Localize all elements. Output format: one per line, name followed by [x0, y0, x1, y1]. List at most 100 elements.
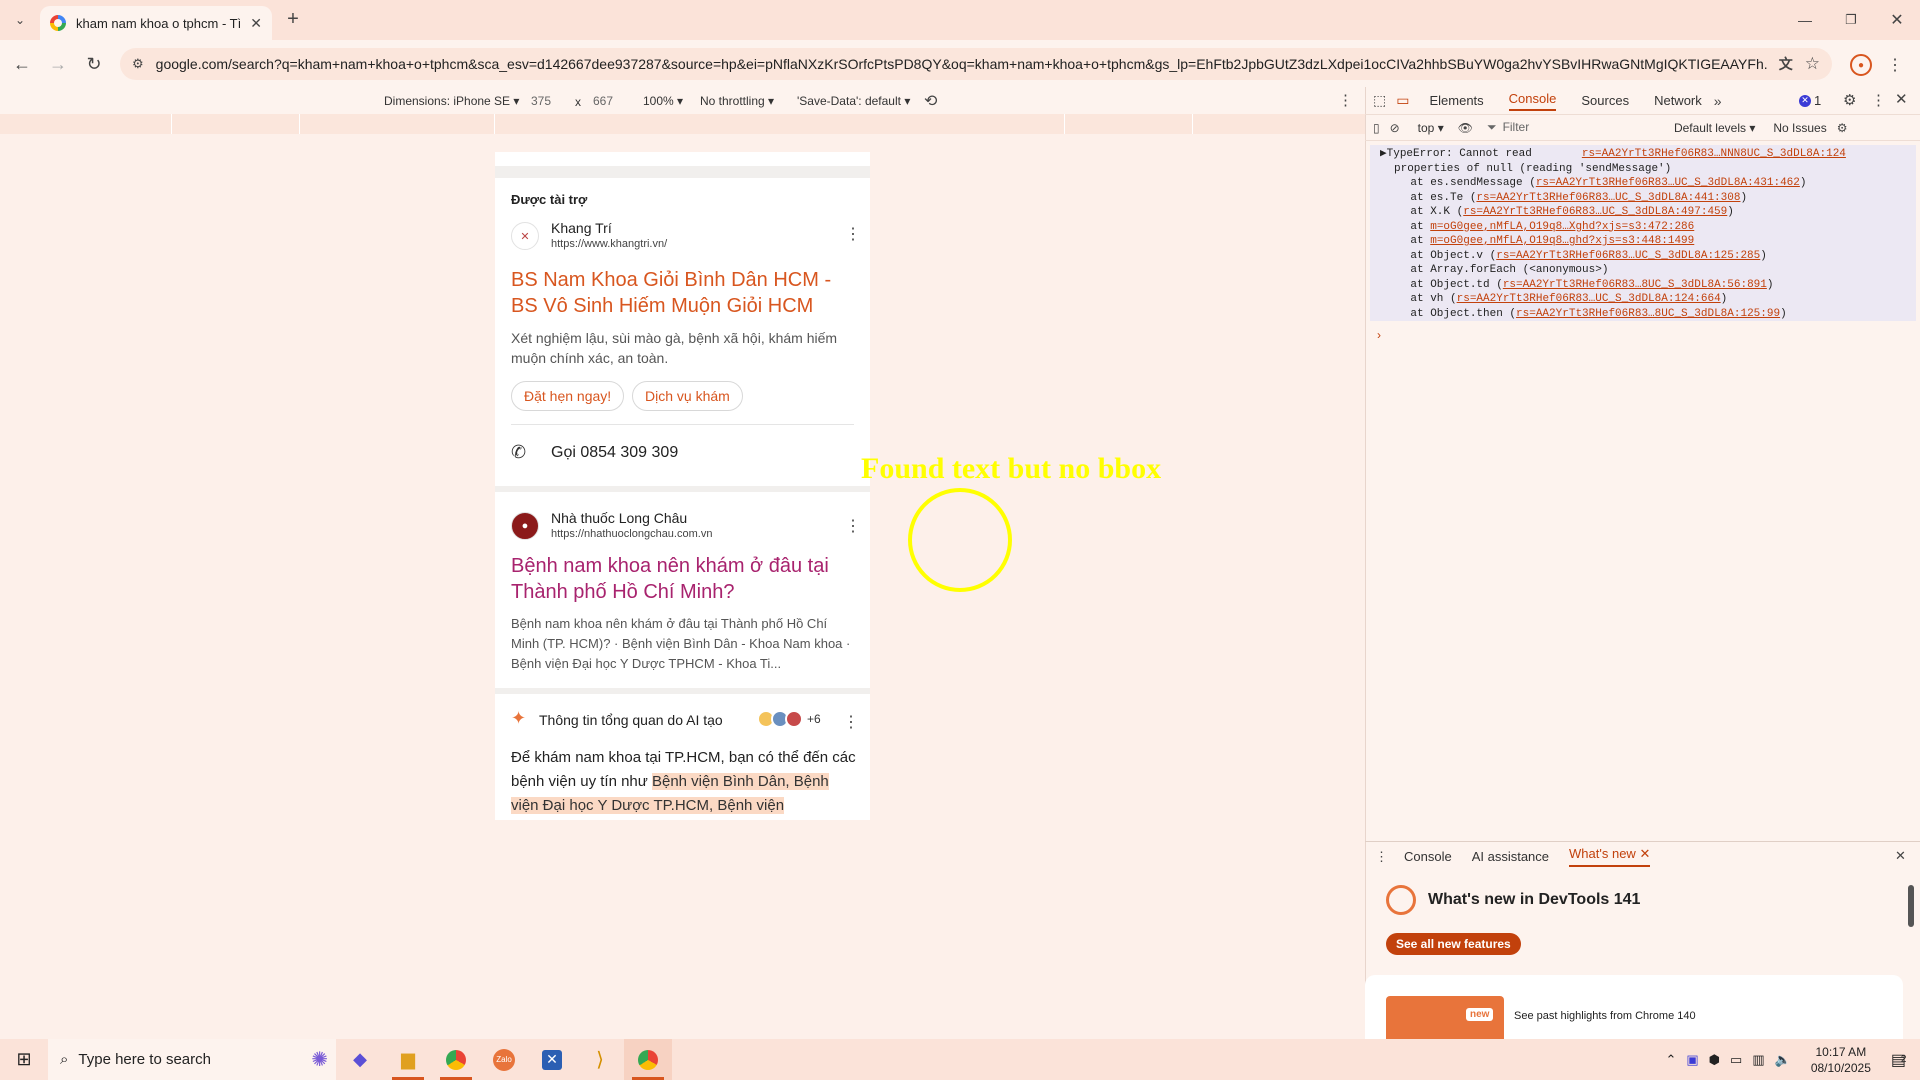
sidebar-toggle-icon[interactable]: ▯ — [1373, 121, 1380, 135]
console-settings-icon[interactable]: ⚙ — [1837, 121, 1848, 135]
close-tab-icon[interactable]: ✕ — [250, 15, 262, 32]
media-query-segment[interactable] — [300, 114, 495, 134]
result-more-icon[interactable]: ⋮ — [845, 516, 861, 536]
bookmark-star-icon[interactable]: ☆ — [1805, 54, 1820, 74]
drawer-scrollbar[interactable] — [1908, 885, 1914, 927]
site-info-icon[interactable]: ⚙ — [132, 56, 144, 72]
defender-icon[interactable]: ▣ — [1686, 1052, 1698, 1068]
call-link[interactable]: Gọi 0854 309 309 — [551, 444, 678, 462]
context-select[interactable]: top ▾ — [1418, 121, 1444, 135]
source-link[interactable]: rs=AA2YrTt3RHef06R83…NNN8UC_S_3dDL8A:124 — [1582, 148, 1846, 160]
close-tab-icon[interactable]: ✕ — [1639, 846, 1650, 861]
source-link[interactable]: rs=AA2YrTt3RHef06R83…8UC_S_3dDL8A:56:891 — [1503, 279, 1767, 291]
close-devtools-icon[interactable]: ✕ — [1895, 90, 1908, 108]
ai-more-icon[interactable]: ⋮ — [843, 712, 859, 732]
profile-avatar-icon[interactable]: ● — [1850, 54, 1872, 76]
meet-icon[interactable]: ▭ — [1730, 1052, 1742, 1068]
ad-site-url[interactable]: https://www.khangtri.vn/ — [551, 238, 667, 250]
show-hidden-icons[interactable]: ⌃ — [1665, 1052, 1676, 1068]
taskbar-xampp[interactable]: ✕ — [528, 1039, 576, 1080]
media-query-segment[interactable] — [1065, 114, 1193, 134]
inspect-element-icon[interactable]: ⬚ — [1373, 92, 1386, 109]
restore-icon[interactable]: ❐ — [1836, 8, 1866, 32]
clock[interactable]: 10:17 AM 08/10/2025 — [1811, 1044, 1871, 1076]
network-icon[interactable]: ▥ — [1752, 1052, 1764, 1068]
drawer-menu-icon[interactable]: ⋮ — [1375, 849, 1388, 865]
ad-title-link[interactable]: BS Nam Khoa Giỏi Bình Dân HCM - BS Vô Si… — [511, 267, 856, 319]
browser-menu-icon[interactable]: ⋮ — [1887, 54, 1903, 76]
device-options-icon[interactable]: ⋮ — [1338, 91, 1353, 109]
ad-more-icon[interactable]: ⋮ — [845, 224, 861, 244]
live-expression-eye-icon[interactable]: 👁 — [1458, 121, 1473, 135]
source-link[interactable]: rs=AA2YrTt3RHef06R83…UC_S_3dDL8A:124:664 — [1457, 293, 1721, 305]
address-bar[interactable]: ⚙ 文 ☆ — [120, 48, 1832, 80]
device-select[interactable]: Dimensions: iPhone SE ▾ — [384, 94, 519, 108]
clear-console-icon[interactable]: ⊘ — [1390, 121, 1400, 135]
result-title-link[interactable]: Bệnh nam khoa nên khám ở đâu tại Thành p… — [511, 553, 856, 605]
media-query-segment[interactable] — [0, 114, 172, 134]
settings-gear-icon[interactable]: ⚙ — [1843, 91, 1856, 109]
result-site-name[interactable]: Nhà thuốc Long Châu — [551, 510, 687, 526]
height-input[interactable]: 667 — [593, 94, 613, 108]
save-data-select[interactable]: 'Save-Data': default ▾ — [797, 94, 910, 108]
ad-site-name[interactable]: Khang Trí — [551, 220, 612, 236]
taskbar-chrome-devtools[interactable] — [624, 1039, 672, 1080]
error-stack: ▶TypeError: Cannot read rs=AA2YrTt3RHef06… — [1370, 147, 1916, 321]
taskbar-file-explorer[interactable]: ▆ — [384, 1039, 432, 1080]
console-prompt-icon[interactable]: › — [1377, 328, 1381, 342]
taskbar-copilot[interactable]: ◆ — [336, 1039, 384, 1080]
error-counter[interactable]: ✕ 1 — [1799, 93, 1821, 108]
tab-elements[interactable]: Elements — [1429, 93, 1483, 108]
reload-icon[interactable]: ↻ — [82, 52, 106, 76]
translate-icon[interactable]: 文 — [1779, 54, 1793, 74]
throttling-select[interactable]: No throttling ▾ — [700, 94, 774, 108]
tab-sources[interactable]: Sources — [1581, 93, 1629, 108]
taskbar-chrome[interactable] — [432, 1039, 480, 1080]
notifications-button[interactable]: ▤ 2 — [1891, 1050, 1907, 1070]
sources-count[interactable]: +6 — [807, 712, 821, 726]
taskbar-zalo[interactable]: Zalo — [480, 1039, 528, 1080]
tab-network[interactable]: Network — [1654, 93, 1702, 108]
source-link[interactable]: rs=AA2YrTt3RHef06R83…UC_S_3dDL8A:431:462 — [1536, 177, 1800, 189]
taskbar-search[interactable]: ⌕ Type here to search ✺ — [48, 1039, 336, 1080]
issues-status[interactable]: No Issues — [1773, 121, 1826, 135]
close-drawer-icon[interactable]: ✕ — [1895, 848, 1906, 864]
device-toggle-icon[interactable]: ▭ — [1396, 92, 1409, 109]
rotate-icon[interactable]: ⟲ — [924, 91, 937, 111]
width-input[interactable]: 375 — [531, 94, 551, 108]
levels-select[interactable]: Default levels ▾ — [1674, 121, 1755, 135]
services-button[interactable]: Dịch vụ khám — [632, 381, 743, 411]
source-link[interactable]: rs=AA2YrTt3RHef06R83…UC_S_3dDL8A:441:308 — [1476, 192, 1740, 204]
drawer-tab-console[interactable]: Console — [1404, 849, 1452, 864]
drawer-tab-ai-assistance[interactable]: AI assistance — [1472, 849, 1549, 864]
source-link[interactable]: m=oG0gee,nMfLA,O19q8…Xghd?xjs=s3:472:286 — [1430, 221, 1694, 233]
volume-icon[interactable]: 🔈 — [1775, 1052, 1791, 1068]
minimize-icon[interactable]: — — [1790, 8, 1820, 32]
browser-tab[interactable]: kham nam khoa o tphcm - Tìm ✕ — [40, 6, 272, 40]
taskbar-vscode[interactable]: ⟩ — [576, 1039, 624, 1080]
see-all-features-button[interactable]: See all new features — [1386, 933, 1521, 955]
source-link[interactable]: m=oG0gee,nMfLA,O19q8…ghd?xjs=s3:448:1499 — [1430, 235, 1694, 247]
filter-input[interactable]: ⏷ Filter — [1487, 120, 1662, 135]
zoom-select[interactable]: 100% ▾ — [643, 94, 683, 108]
url-input[interactable] — [155, 56, 1767, 72]
past-highlights-link[interactable]: See past highlights from Chrome 140 — [1514, 1010, 1696, 1022]
tab-search-chevron-icon[interactable]: ⌄ — [10, 10, 30, 30]
more-tabs-icon[interactable]: » — [1714, 93, 1722, 109]
source-link[interactable]: rs=AA2YrTt3RHef06R83…UC_S_3dDL8A:125:285 — [1496, 250, 1760, 262]
drawer-tab-whats-new[interactable]: What's new ✕ — [1569, 846, 1651, 867]
book-now-button[interactable]: Đặt hẹn ngay! — [511, 381, 625, 411]
start-button[interactable]: ⊞ — [0, 1039, 48, 1080]
source-link[interactable]: rs=AA2YrTt3RHef06R83…UC_S_3dDL8A:497:459 — [1463, 206, 1727, 218]
tab-console[interactable]: Console — [1508, 91, 1557, 111]
close-window-icon[interactable]: ✕ — [1882, 8, 1912, 32]
media-query-segment[interactable] — [172, 114, 300, 134]
back-icon[interactable]: ← — [10, 52, 34, 76]
source-link[interactable]: rs=AA2YrTt3RHef06R83…8UC_S_3dDL8A:125:99 — [1516, 308, 1780, 320]
devtools-menu-icon[interactable]: ⋮ — [1871, 91, 1886, 109]
media-query-segment[interactable] — [870, 114, 1065, 134]
bluetooth-icon[interactable]: ⬢ — [1709, 1052, 1720, 1068]
new-tab-icon[interactable]: + — [282, 8, 304, 30]
result-site-url[interactable]: https://nhathuoclongchau.com.vn — [551, 528, 712, 540]
forward-icon[interactable]: → — [46, 52, 70, 76]
